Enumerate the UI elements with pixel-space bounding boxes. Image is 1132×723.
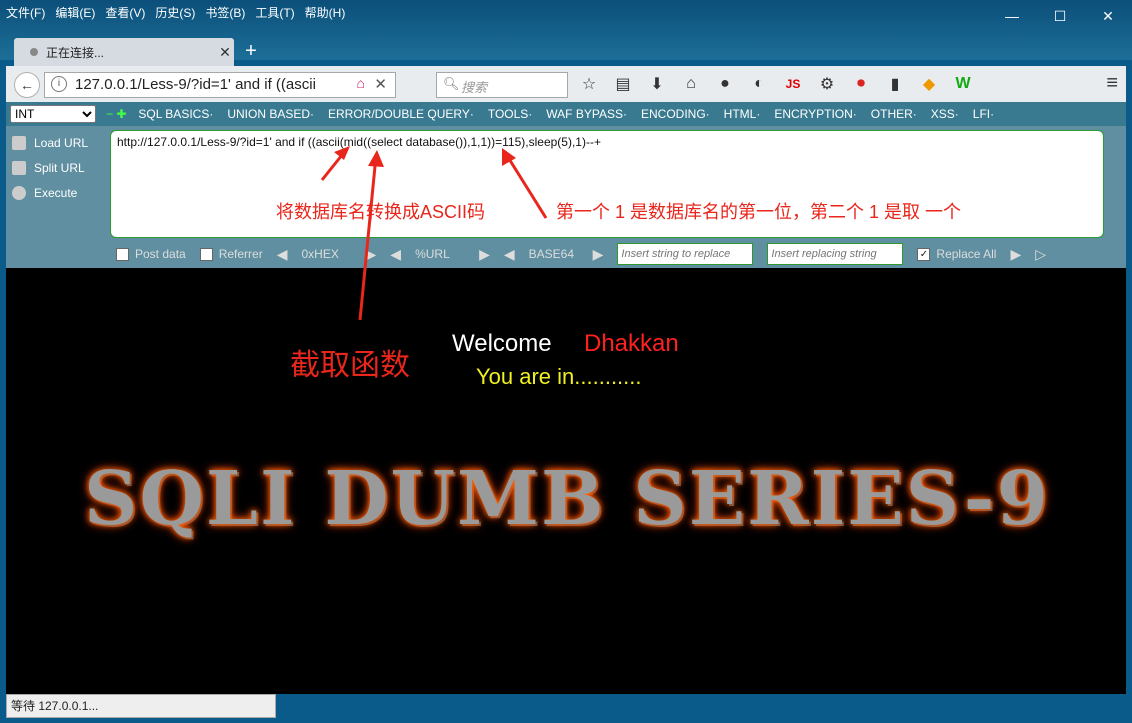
download-icon[interactable]: ⬇	[646, 72, 668, 96]
replace-all-checkbox[interactable]: ✓ Replace All	[917, 247, 996, 261]
load-url-label: Load URL	[34, 135, 89, 150]
post-data-checkbox[interactable]: Post data	[116, 247, 186, 261]
stop-icon[interactable]: ✕	[374, 75, 387, 93]
hackbar-waf-bypass[interactable]: WAF BYPASS·	[546, 107, 627, 121]
menu-file[interactable]: 文件(F)	[6, 4, 45, 21]
menu-history[interactable]: 历史(S)	[155, 4, 195, 21]
hackbar-union-based[interactable]: UNION BASED·	[227, 107, 314, 121]
toolbar-icons: ☆ ▤ ⬇ ⌂ ● ◐ JS ⚙ ⏺ ▮ ◆ W	[578, 72, 974, 96]
loading-icon	[30, 48, 38, 56]
replace-right-icon[interactable]: ▶	[1010, 246, 1021, 263]
hex-decode-icon[interactable]: ◀	[277, 246, 288, 263]
close-window-button[interactable]: ✕	[1084, 0, 1132, 32]
url-text[interactable]: 127.0.0.1/Less-9/?id=1' and if ((ascii	[75, 76, 316, 93]
status-message: You are in...........	[476, 364, 642, 389]
base64-label: BASE64	[528, 247, 574, 261]
url-label: %URL	[415, 247, 450, 261]
palette-icon[interactable]: ◐	[748, 72, 770, 96]
menu-help[interactable]: 帮助(H)	[305, 4, 346, 21]
menu-view[interactable]: 查看(V)	[105, 4, 145, 21]
menu-bar: 文件(F) 编辑(E) 查看(V) 历史(S) 书签(B) 工具(T) 帮助(H…	[6, 0, 345, 24]
hackbar-options: Post data Referrer ◀ 0xHEX ▶ ◀ %URL ▶ ◀ …	[116, 243, 1046, 265]
menu-tools[interactable]: 工具(T)	[255, 4, 294, 21]
hackbar-other[interactable]: OTHER·	[871, 107, 917, 121]
home-toolbar-icon[interactable]: ⌂	[680, 72, 702, 96]
record-icon[interactable]: ⏺	[850, 72, 872, 96]
minimize-button[interactable]: —	[988, 0, 1036, 32]
load-url-button[interactable]: Load URL	[12, 130, 108, 155]
bookmark-star-icon[interactable]: ☆	[578, 72, 600, 96]
page-content: Welcome Dhakkan You are in........... 截取…	[6, 268, 1126, 694]
tab-close-icon[interactable]: ✕	[216, 44, 234, 61]
info-icon[interactable]: i	[51, 76, 67, 92]
find-string-input[interactable]	[617, 243, 754, 265]
extension-icon[interactable]: ◆	[918, 72, 940, 96]
url-encode-icon[interactable]: ▶	[479, 246, 490, 263]
maximize-button[interactable]: ☐	[1036, 0, 1084, 32]
menu-bookmarks[interactable]: 书签(B)	[205, 4, 245, 21]
scissors-icon	[12, 160, 26, 175]
menu-edit[interactable]: 编辑(E)	[55, 4, 95, 21]
url-bar[interactable]: i 127.0.0.1/Less-9/?id=1' and if ((ascii…	[44, 72, 396, 98]
window-controls: — ☐ ✕	[988, 0, 1132, 32]
js-icon[interactable]: JS	[782, 72, 804, 96]
query-text[interactable]: http://127.0.0.1/Less-9/?id=1' and if ((…	[117, 135, 601, 149]
hackbar-html[interactable]: HTML·	[724, 107, 761, 121]
new-tab-button[interactable]: +	[240, 38, 262, 64]
base64-encode-icon[interactable]: ▶	[593, 246, 604, 263]
browser-tab[interactable]: 正在连接... ✕	[14, 38, 234, 66]
hex-encode-icon[interactable]: ▶	[366, 246, 377, 263]
execute-label: Execute	[34, 185, 78, 200]
replace-all-label: Replace All	[936, 247, 997, 261]
hackbar-error-double[interactable]: ERROR/DOUBLE QUERY·	[328, 107, 474, 121]
replace-double-icon[interactable]: ▷	[1035, 246, 1046, 263]
hackbar-encoding[interactable]: ENCODING·	[641, 107, 710, 121]
referrer-label: Referrer	[218, 247, 263, 261]
search-icon: 🔍︎	[443, 76, 460, 91]
annotation-mid: 截取函数	[290, 349, 410, 382]
navigation-toolbar: ← i 127.0.0.1/Less-9/?id=1' and if ((asc…	[6, 66, 1126, 103]
hackbar-xss[interactable]: XSS·	[931, 107, 959, 121]
hackbar-encryption[interactable]: ENCRYPTION·	[774, 107, 856, 121]
hackbar-actions: Load URL Split URL Execute	[12, 130, 108, 205]
hackbar-sql-basics[interactable]: SQL BASICS·	[138, 107, 213, 121]
banner-title: SQLI DUMB SERIES-9	[84, 456, 1050, 542]
hackbar-type-select[interactable]: INT	[10, 105, 96, 123]
post-data-label: Post data	[135, 247, 186, 261]
welcome-text: Welcome	[452, 330, 552, 357]
hackbar-tools[interactable]: TOOLS·	[488, 107, 532, 121]
search-placeholder: 搜索	[461, 80, 488, 95]
split-url-label: Split URL	[34, 160, 85, 175]
annotation-ascii: 将数据库名转换成ASCII码	[276, 202, 486, 222]
tab-title: 正在连接...	[46, 45, 105, 60]
play-icon	[12, 185, 26, 200]
search-input[interactable]: 🔍︎ 搜索	[436, 72, 568, 98]
base64-decode-icon[interactable]: ◀	[504, 246, 515, 263]
reading-list-icon[interactable]: ▤	[612, 72, 634, 96]
referrer-checkbox[interactable]: Referrer	[199, 247, 263, 261]
settings-icon[interactable]: ⚙	[816, 72, 838, 96]
hackbar-menu: INT − ✚ SQL BASICS· UNION BASED· ERROR/D…	[6, 102, 1126, 126]
replace-string-input[interactable]	[767, 243, 904, 265]
checkbox-box[interactable]	[199, 247, 213, 261]
status-bar: 等待 127.0.0.1...	[6, 694, 276, 718]
hackbar-lfi[interactable]: LFI·	[973, 107, 994, 121]
hackbar-toggle-icon[interactable]: − ✚	[106, 107, 126, 121]
annotation-first-one: 第一个 1 是数据库名的第一位，第二个 1 是取 一个	[556, 202, 962, 222]
hex-label: 0xHEX	[301, 247, 339, 261]
home-icon[interactable]: ⌂	[357, 75, 365, 91]
load-url-icon	[12, 135, 26, 150]
url-decode-icon[interactable]: ◀	[390, 246, 401, 263]
checkbox-checked[interactable]: ✓	[917, 247, 931, 261]
back-button[interactable]: ←	[14, 72, 40, 98]
user-name: Dhakkan	[584, 330, 679, 357]
hackbar-panel: Load URL Split URL Execute http://127.0.…	[6, 126, 1126, 268]
flash-icon[interactable]: ▮	[884, 72, 906, 96]
w-shield-icon[interactable]: W	[952, 72, 974, 96]
menu-hamburger-icon[interactable]: ≡	[1106, 72, 1118, 95]
checkbox-box[interactable]	[116, 247, 129, 261]
split-url-button[interactable]: Split URL	[12, 155, 108, 180]
addon-icon[interactable]: ●	[714, 72, 736, 96]
execute-button[interactable]: Execute	[12, 180, 108, 205]
